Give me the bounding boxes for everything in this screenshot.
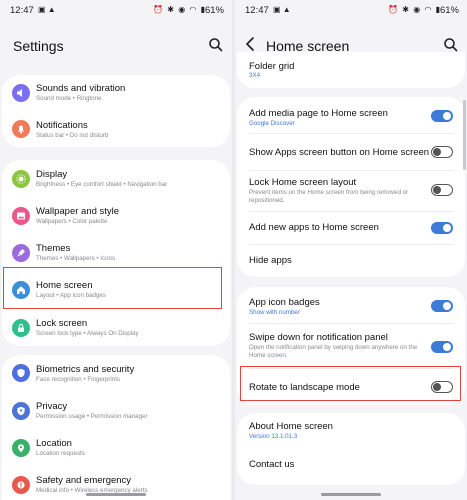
system-icons: ⏰ ✱ ◉ ◠ ▮ bbox=[388, 5, 441, 14]
settings-item-display[interactable]: Display Brightness • Eye comfort shield … bbox=[2, 160, 230, 197]
swipe-down-notification-item[interactable]: Swipe down for notification panel Open t… bbox=[237, 324, 465, 368]
add-new-apps-item[interactable]: Add new apps to Home screen bbox=[237, 212, 465, 244]
brush-icon bbox=[12, 244, 30, 262]
privacy-icon bbox=[12, 402, 30, 420]
rotate-landscape-toggle[interactable] bbox=[431, 381, 453, 393]
page-title: Settings bbox=[13, 38, 64, 54]
home-icon bbox=[12, 281, 30, 299]
scrollbar[interactable] bbox=[463, 100, 466, 170]
home-options-card: Add media page to Home screen Google Dis… bbox=[237, 97, 465, 277]
battery-level: 61% bbox=[439, 5, 459, 16]
gesture-bar bbox=[86, 493, 146, 496]
notification-icons: ▣ ▲ bbox=[38, 5, 56, 14]
settings-item-lock-screen[interactable]: Lock screen Screen lock type • Always On… bbox=[2, 309, 230, 346]
status-bar: 12:47 ▣ ▲ ⏰ ✱ ◉ ◠ ▮ 61% bbox=[235, 0, 467, 20]
about-card: About Home screen Version 13.1.01.3 Cont… bbox=[237, 413, 465, 485]
settings-group-1: Sounds and vibration Sound mode • Ringto… bbox=[2, 75, 230, 147]
search-icon[interactable] bbox=[206, 35, 226, 55]
location-pin-icon bbox=[12, 439, 30, 457]
image-icon bbox=[12, 207, 30, 225]
status-bar: 12:47 ▣ ▲ ⏰ ✱ ◉ ◠ ▮ 61% bbox=[0, 0, 232, 20]
status-time: 12:47 bbox=[10, 5, 34, 16]
settings-item-location[interactable]: Location Location requests bbox=[2, 429, 230, 466]
settings-item-privacy[interactable]: Privacy Permission usage • Permission ma… bbox=[2, 392, 230, 429]
lock-layout-item[interactable]: Lock Home screen layout Prevent items on… bbox=[237, 171, 465, 211]
contact-us-item[interactable]: Contact us bbox=[237, 449, 465, 485]
show-apps-button-item[interactable]: Show Apps screen button on Home screen bbox=[237, 134, 465, 170]
settings-item-biometrics[interactable]: Biometrics and security Face recognition… bbox=[2, 355, 230, 392]
back-arrow-icon[interactable] bbox=[241, 34, 261, 54]
settings-item-notifications[interactable]: Notifications Status bar • Do not distur… bbox=[2, 111, 230, 147]
settings-item-sounds[interactable]: Sounds and vibration Sound mode • Ringto… bbox=[2, 75, 230, 111]
show-apps-button-toggle[interactable] bbox=[431, 146, 453, 158]
rotate-landscape-item[interactable]: Rotate to landscape mode bbox=[237, 369, 465, 405]
gesture-bar bbox=[321, 493, 381, 496]
hide-apps-item[interactable]: Hide apps bbox=[237, 245, 465, 277]
settings-screen: 12:47 ▣ ▲ ⏰ ✱ ◉ ◠ ▮ 61% Settings Sounds … bbox=[0, 0, 232, 500]
add-new-apps-toggle[interactable] bbox=[431, 222, 453, 234]
settings-group-2: Display Brightness • Eye comfort shield … bbox=[2, 160, 230, 346]
home-screen-settings-screen: 12:47 ▣ ▲ ⏰ ✱ ◉ ◠ ▮ 61% Home screen Fold… bbox=[235, 0, 467, 500]
battery-level: 61% bbox=[204, 5, 224, 16]
about-home-screen-item[interactable]: About Home screen Version 13.1.01.3 bbox=[237, 413, 465, 449]
settings-item-home-screen[interactable]: Home screen Layout • App icon badges bbox=[2, 271, 230, 309]
sun-icon bbox=[12, 170, 30, 188]
emergency-icon bbox=[12, 476, 30, 494]
folder-grid-item[interactable]: Folder grid 3X4 bbox=[237, 52, 465, 88]
settings-item-themes[interactable]: Themes Themes • Wallpapers • Icons bbox=[2, 234, 230, 271]
folder-grid-card: Folder grid 3X4 bbox=[237, 52, 465, 88]
add-media-page-toggle[interactable] bbox=[431, 110, 453, 122]
app-icon-badges-toggle[interactable] bbox=[431, 300, 453, 312]
settings-group-3: Biometrics and security Face recognition… bbox=[2, 355, 230, 500]
status-time: 12:47 bbox=[245, 5, 269, 16]
bell-icon bbox=[12, 120, 30, 138]
settings-item-wallpaper[interactable]: Wallpaper and style Wallpapers • Color p… bbox=[2, 197, 230, 234]
add-media-page-item[interactable]: Add media page to Home screen Google Dis… bbox=[237, 97, 465, 133]
lock-layout-toggle[interactable] bbox=[431, 184, 453, 196]
system-icons: ⏰ ✱ ◉ ◠ ▮ bbox=[153, 5, 206, 14]
badges-gestures-card: App icon badges Show with number Swipe d… bbox=[237, 287, 465, 405]
speaker-icon bbox=[12, 84, 30, 102]
shield-icon bbox=[12, 364, 30, 382]
app-icon-badges-item[interactable]: App icon badges Show with number bbox=[237, 287, 465, 323]
lock-icon bbox=[12, 319, 30, 337]
notification-icons: ▣ ▲ bbox=[273, 5, 291, 14]
swipe-down-notification-toggle[interactable] bbox=[431, 341, 453, 353]
